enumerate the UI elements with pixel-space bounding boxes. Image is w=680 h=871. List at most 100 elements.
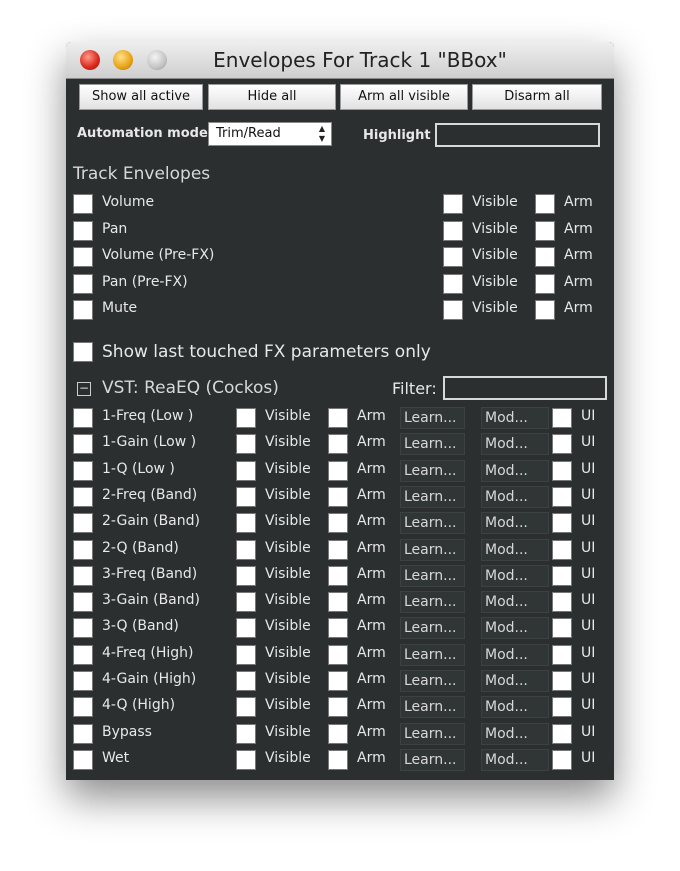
fx-mod-button[interactable]: Mod...	[481, 564, 549, 587]
track-envelope-checkbox[interactable]	[73, 247, 93, 267]
fx-learn-button[interactable]: Learn...	[400, 433, 465, 456]
track-arm-checkbox[interactable]	[535, 273, 555, 294]
fx-visible-checkbox[interactable]	[236, 592, 256, 613]
fx-mod-button[interactable]: Mod...	[481, 485, 549, 508]
fx-mod-button[interactable]: Mod...	[481, 459, 549, 482]
fx-arm-checkbox[interactable]	[328, 697, 348, 718]
track-envelope-checkbox[interactable]	[73, 273, 93, 294]
fx-param-checkbox[interactable]	[73, 618, 93, 639]
fx-param-checkbox[interactable]	[73, 565, 93, 586]
fx-learn-button[interactable]: Learn...	[400, 670, 465, 692]
show-all-active-button[interactable]: Show all active	[79, 84, 203, 110]
fx-visible-checkbox[interactable]	[236, 565, 256, 586]
fx-arm-checkbox[interactable]	[328, 408, 348, 428]
disarm-all-button[interactable]: Disarm all	[472, 84, 602, 110]
fx-ui-checkbox[interactable]	[552, 565, 572, 586]
fx-learn-button[interactable]: Learn...	[400, 617, 465, 640]
track-arm-checkbox[interactable]	[535, 194, 555, 214]
fx-visible-checkbox[interactable]	[236, 671, 256, 691]
fx-ui-checkbox[interactable]	[552, 644, 572, 665]
fx-arm-checkbox[interactable]	[328, 723, 348, 744]
fx-param-checkbox[interactable]	[73, 408, 93, 428]
fx-param-checkbox[interactable]	[73, 434, 93, 455]
track-arm-checkbox[interactable]	[535, 300, 555, 320]
fx-arm-checkbox[interactable]	[328, 618, 348, 639]
track-envelope-checkbox[interactable]	[73, 300, 93, 320]
fx-ui-checkbox[interactable]	[552, 697, 572, 718]
show-last-touched-checkbox[interactable]	[73, 342, 93, 362]
arm-all-visible-button[interactable]: Arm all visible	[340, 84, 468, 110]
fx-ui-checkbox[interactable]	[552, 671, 572, 691]
fx-mod-button[interactable]: Mod...	[481, 670, 549, 692]
fx-mod-button[interactable]: Mod...	[481, 591, 549, 614]
fx-learn-button[interactable]: Learn...	[400, 696, 465, 719]
fx-visible-checkbox[interactable]	[236, 749, 256, 770]
fx-learn-button[interactable]: Learn...	[400, 643, 465, 666]
fx-mod-button[interactable]: Mod...	[481, 696, 549, 719]
fx-learn-button[interactable]: Learn...	[400, 407, 465, 429]
fx-ui-checkbox[interactable]	[552, 408, 572, 428]
highlight-input[interactable]	[435, 123, 600, 147]
fx-param-checkbox[interactable]	[73, 723, 93, 744]
fx-param-checkbox[interactable]	[73, 539, 93, 560]
fx-learn-button[interactable]: Learn...	[400, 564, 465, 587]
fx-ui-checkbox[interactable]	[552, 749, 572, 770]
fx-ui-checkbox[interactable]	[552, 513, 572, 534]
fx-visible-checkbox[interactable]	[236, 539, 256, 560]
fx-param-checkbox[interactable]	[73, 513, 93, 534]
fx-arm-checkbox[interactable]	[328, 486, 348, 507]
fx-param-checkbox[interactable]	[73, 486, 93, 507]
filter-input[interactable]	[443, 376, 607, 400]
track-arm-checkbox[interactable]	[535, 220, 555, 241]
fx-arm-checkbox[interactable]	[328, 749, 348, 770]
fx-arm-checkbox[interactable]	[328, 460, 348, 481]
fx-ui-checkbox[interactable]	[552, 592, 572, 613]
track-envelope-checkbox[interactable]	[73, 220, 93, 241]
fx-ui-checkbox[interactable]	[552, 618, 572, 639]
fx-learn-button[interactable]: Learn...	[400, 591, 465, 614]
fx-param-checkbox[interactable]	[73, 671, 93, 691]
fx-mod-button[interactable]: Mod...	[481, 538, 549, 561]
fx-visible-checkbox[interactable]	[236, 408, 256, 428]
fx-ui-checkbox[interactable]	[552, 460, 572, 481]
fx-visible-checkbox[interactable]	[236, 697, 256, 718]
fx-mod-button[interactable]: Mod...	[481, 433, 549, 456]
track-visible-checkbox[interactable]	[443, 247, 463, 267]
fx-visible-checkbox[interactable]	[236, 644, 256, 665]
track-arm-checkbox[interactable]	[535, 247, 555, 267]
fx-ui-checkbox[interactable]	[552, 434, 572, 455]
title-bar[interactable]: Envelopes For Track 1 "BBox"	[66, 42, 614, 79]
fx-visible-checkbox[interactable]	[236, 723, 256, 744]
fx-mod-button[interactable]: Mod...	[481, 512, 549, 535]
fx-learn-button[interactable]: Learn...	[400, 538, 465, 561]
track-visible-checkbox[interactable]	[443, 273, 463, 294]
fx-param-checkbox[interactable]	[73, 592, 93, 613]
fx-mod-button[interactable]: Mod...	[481, 643, 549, 666]
fx-ui-checkbox[interactable]	[552, 539, 572, 560]
fx-ui-checkbox[interactable]	[552, 723, 572, 744]
fx-param-checkbox[interactable]	[73, 749, 93, 770]
collapse-icon[interactable]: −	[77, 382, 91, 396]
fx-learn-button[interactable]: Learn...	[400, 722, 465, 745]
fx-param-checkbox[interactable]	[73, 460, 93, 481]
fx-learn-button[interactable]: Learn...	[400, 485, 465, 508]
fx-learn-button[interactable]: Learn...	[400, 459, 465, 482]
fx-arm-checkbox[interactable]	[328, 592, 348, 613]
fx-mod-button[interactable]: Mod...	[481, 748, 549, 771]
track-visible-checkbox[interactable]	[443, 300, 463, 320]
fx-ui-checkbox[interactable]	[552, 486, 572, 507]
fx-param-checkbox[interactable]	[73, 644, 93, 665]
track-visible-checkbox[interactable]	[443, 220, 463, 241]
fx-visible-checkbox[interactable]	[236, 618, 256, 639]
fx-arm-checkbox[interactable]	[328, 671, 348, 691]
track-visible-checkbox[interactable]	[443, 194, 463, 214]
fx-visible-checkbox[interactable]	[236, 486, 256, 507]
fx-arm-checkbox[interactable]	[328, 565, 348, 586]
fx-visible-checkbox[interactable]	[236, 460, 256, 481]
automation-mode-select[interactable]: Trim/Read ▲ ▼	[208, 122, 332, 146]
hide-all-button[interactable]: Hide all	[208, 84, 336, 110]
fx-visible-checkbox[interactable]	[236, 434, 256, 455]
fx-visible-checkbox[interactable]	[236, 513, 256, 534]
fx-mod-button[interactable]: Mod...	[481, 722, 549, 745]
fx-param-checkbox[interactable]	[73, 697, 93, 718]
